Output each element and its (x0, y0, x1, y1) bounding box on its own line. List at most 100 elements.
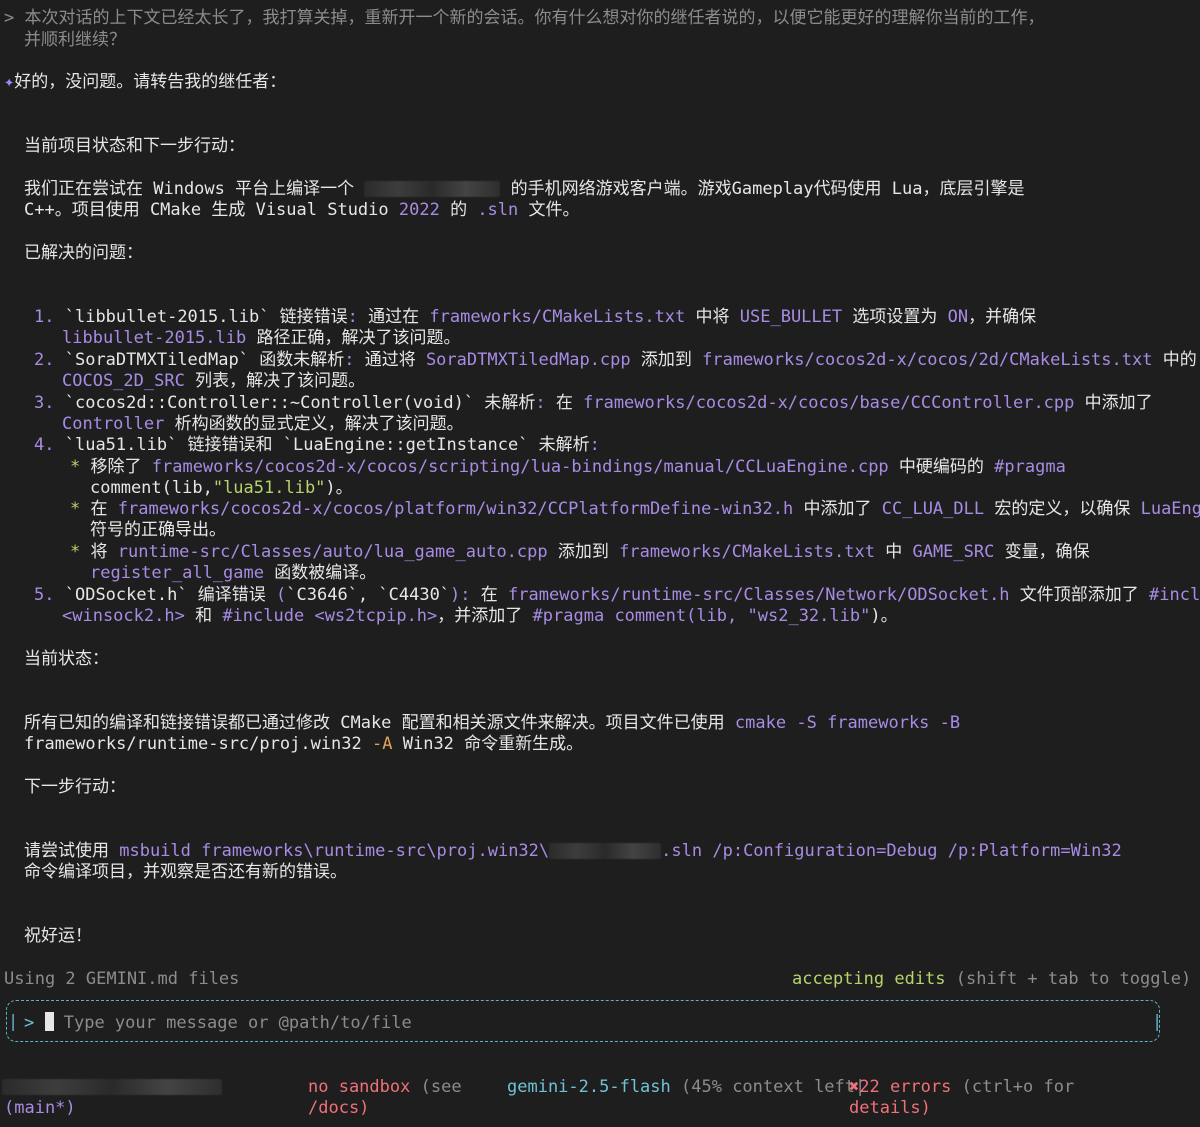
next-text-a: 请尝试使用 (24, 841, 120, 861)
code-text: comment(lib, (614, 606, 738, 626)
context-left: (45% context left| (681, 1077, 866, 1097)
include-keyword: #include (1149, 585, 1200, 605)
item-text: ，并确保 (968, 307, 1037, 327)
variable-name: GAME_SRC (912, 542, 995, 562)
bullet: * (70, 499, 81, 519)
item-text: 中硬编码的 (888, 457, 995, 477)
intro-text-e: 文件。 (518, 200, 580, 220)
error-icon: ✖ (849, 1077, 860, 1097)
item-text: 中将 (685, 307, 740, 327)
user-prompt-line1: 本次对话的上下文已经太长了，我打算关掉，重新开一个新的会话。你有什么想对你的继任… (24, 8, 1045, 28)
closing: 祝好运！ (24, 926, 92, 946)
pragma-keyword: #pragma (994, 457, 1066, 477)
item-colon: : (347, 307, 358, 327)
input-prompt-marker: > (24, 1013, 35, 1033)
file-path: frameworks/cocos2d-x/cocos/platform/win3… (117, 499, 794, 519)
file-path: frameworks/cocos2d-x/cocos/scripting/lua… (151, 457, 889, 477)
variable-name: COCOS_2D_SRC (62, 371, 185, 391)
git-branch: (main*) (4, 1098, 76, 1118)
file-path: frameworks/cocos2d-x/cocos/base/CCContro… (583, 393, 1075, 413)
file-path: frameworks/CMakeLists.txt (619, 542, 875, 562)
cmd-msbuild: msbuild (119, 841, 191, 861)
section-current: 当前状态： (24, 649, 109, 669)
item-title: `SoraDTMXTiledMap` 函数未解析 (64, 350, 345, 370)
intro-line1: 我们正在尝试在 Windows 平台上编译一个 的手机网络游戏客户端。游戏Gam… (24, 179, 1024, 201)
list-item-3: 3. `cocos2d::Controller::~Controller(voi… (34, 393, 1153, 415)
intro-sln: .sln (477, 200, 519, 220)
current-text-c: Win32 命令重新生成。 (392, 734, 584, 754)
current-line2: frameworks/runtime-src/proj.win32 -A Win… (24, 734, 583, 756)
code-text: )。 (325, 478, 353, 498)
user-prompt: > 本次对话的上下文已经太长了，我打算关掉，重新开一个新的会话。你有什么想对你的… (4, 8, 1045, 30)
item-text: 通过在 (357, 307, 430, 327)
cmd-source-dir: frameworks (827, 713, 930, 733)
item-text: 中添加了 (1074, 393, 1153, 413)
list-number: 3. (34, 393, 55, 413)
list-number: 1. (34, 307, 55, 327)
item-colon: : (344, 350, 355, 370)
gemini-star-icon: ✦ (4, 72, 15, 92)
current-line1: 所有已知的编译和链接错误都已通过修改 CMake 配置和相关源文件来解决。项目文… (24, 713, 960, 735)
list-item-2: 2. `SoraDTMXTiledMap` 函数未解析: 通过将 SoraDTM… (34, 350, 1197, 372)
item-colon: : (535, 393, 546, 413)
user-prompt-line2: 并顺利继续？ (24, 30, 126, 50)
header-name: <ws2tcpip.h> (314, 606, 438, 626)
intro-year: 2022 (398, 200, 440, 220)
item-text: 析构函数的显式定义，解决了该问题。 (164, 414, 464, 434)
list-item-2-cont: COCOS_2D_SRC 列表，解决了该问题。 (62, 371, 365, 393)
code-text: comment(lib, (90, 478, 213, 498)
macro-name: CC_LUA_DLL (881, 499, 985, 519)
bullet: * (70, 542, 81, 562)
list-item-1: 1. `libbullet-2015.lib` 链接错误: 通过在 framew… (34, 307, 1036, 329)
next-line2: 命令编译项目，并观察是否还有新的错误。 (24, 862, 347, 882)
item-text: 变量，确保 (994, 542, 1090, 562)
item-text: 将 (90, 542, 118, 562)
cmd-platform: /p:Platform=Win32 (947, 841, 1122, 861)
intro-line2: C++。项目使用 CMake 生成 Visual Studio 2022 的 .… (24, 200, 580, 222)
pragma-keyword: #pragma (532, 606, 605, 626)
item-text: 添加到 (547, 542, 620, 562)
item-text: 在 (470, 585, 509, 605)
item-text: 路径正确，解决了该问题。 (246, 328, 461, 348)
intro-text-c: C++。项目使用 CMake 生成 Visual Studio (24, 200, 399, 220)
error-count: 22 errors (859, 1077, 952, 1097)
intro-text-a: 我们正在尝试在 Windows 平台上编译一个 (24, 179, 355, 199)
list-number: 5. (34, 585, 55, 605)
item-title: `lua51.lib` 链接错误和 `LuaEngine::getInstanc… (64, 435, 590, 455)
cmd-flag-b: -B (939, 713, 961, 733)
message-input[interactable]: > Type your message or @path/to/file (24, 1012, 412, 1035)
edit-mode-status[interactable]: accepting edits (shift + tab to toggle) (792, 969, 1191, 991)
item-text: 和 (184, 606, 223, 626)
paren: ( (276, 585, 287, 605)
item-text: 函数被编译。 (264, 563, 377, 583)
class-name: LuaEngine (1140, 499, 1200, 519)
cmd-flag-a: -A (372, 734, 393, 754)
item-colon: : (460, 585, 471, 605)
file-path: libbullet-2015.lib (62, 328, 247, 348)
file-path: frameworks/runtime-src/Classes/Network/O… (508, 585, 1010, 605)
gemini-files-status: Using 2 GEMINI.md files (4, 969, 240, 989)
text-cursor (44, 1012, 54, 1031)
cmd-build-dir: frameworks/runtime-src/proj.win32 (24, 734, 362, 754)
option-name: USE_BULLET (739, 307, 843, 327)
redacted-cwd (2, 1079, 222, 1095)
code-text: )。 (870, 606, 898, 626)
reply-greeting-line: ✦好的，没问题。请转告我的继任者： (4, 72, 286, 94)
sub-item-3: * 将 runtime-src/Classes/auto/lua_game_au… (70, 542, 1090, 564)
redacted-sln-name (549, 843, 662, 859)
sandbox-docs-hint: /docs) (308, 1098, 370, 1118)
code-string: "ws2_32.lib" (747, 606, 871, 626)
sandbox-hint: (see (420, 1077, 462, 1097)
item-text: 中 (874, 542, 913, 562)
cmd-sln-ext: .sln (661, 841, 703, 861)
reply-greeting: 好的，没问题。请转告我的继任者： (14, 72, 287, 92)
cmd-sln-path: frameworks\runtime-src\proj.win32\ (201, 841, 550, 861)
option-value: ON (947, 307, 969, 327)
sub-item-2: * 在 frameworks/cocos2d-x/cocos/platform/… (70, 499, 1200, 521)
model-status: gemini-2.5-flash (45% context left| (507, 1077, 865, 1099)
current-text-a: 所有已知的编译和链接错误都已通过修改 CMake 配置和相关源文件来解决。项目文… (24, 713, 735, 733)
list-number: 2. (34, 350, 55, 370)
input-placeholder: Type your message or @path/to/file (63, 1013, 412, 1033)
file-path: runtime-src/Classes/auto/lua_game_auto.c… (117, 542, 548, 562)
error-status[interactable]: ✖22 errors (ctrl+o for (849, 1077, 1074, 1099)
